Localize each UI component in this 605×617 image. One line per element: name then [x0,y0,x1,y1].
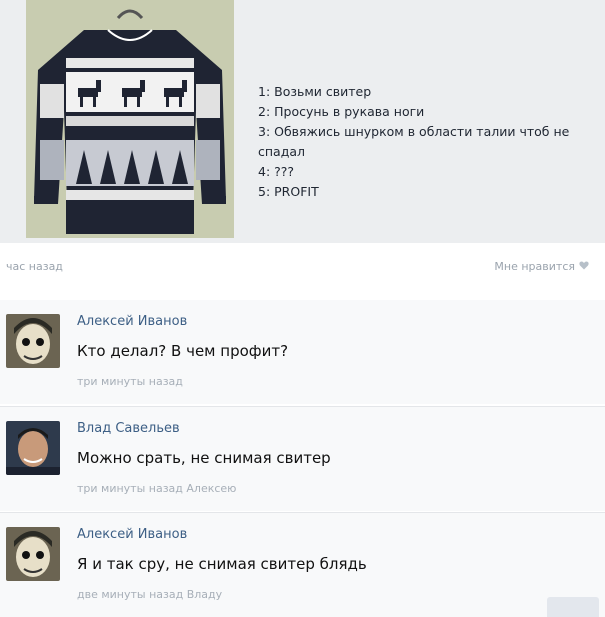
comment-author[interactable]: Алексей Иванов [77,314,187,329]
comment-author[interactable]: Алексей Иванов [77,527,187,542]
like-button[interactable]: Мне нравится [494,260,589,273]
like-label: Мне нравится [494,260,575,273]
comment-item: Алексей Иванов Я и так сру, не снимая св… [0,512,605,617]
comment-time[interactable]: три минуты назад Алексею [77,482,236,495]
instruction-step: 1: Возьми свитер [258,84,372,99]
post-card: 1: Возьми свитер 2: Просунь в рукава ног… [0,0,605,243]
avatar[interactable] [6,314,60,368]
avatar[interactable] [6,527,60,581]
instruction-step: 4: ??? [258,164,295,179]
avatar[interactable] [6,421,60,475]
comment-item: Влад Савельев Можно срать, не снимая сви… [0,406,605,511]
comment-text: Можно срать, не снимая свитер [77,449,331,467]
comment-item: Алексей Иванов Кто делал? В чем профит? … [0,300,605,404]
post-meta-row: час назад Мне нравится [0,248,605,288]
comment-time[interactable]: две минуты назад Владу [77,588,222,601]
comment-text: Кто делал? В чем профит? [77,342,289,360]
post-timestamp[interactable]: час назад [6,260,63,273]
heart-icon [579,260,589,273]
instruction-step: 3: Обвяжись шнурком в области талии чтоб… [258,124,570,159]
post-image-sweater[interactable] [26,0,234,238]
sweater-illustration [26,0,234,238]
instruction-step: 5: PROFIT [258,184,319,199]
comment-author[interactable]: Влад Савельев [77,421,180,436]
reply-button[interactable] [547,597,599,617]
instruction-step: 2: Просунь в рукава ноги [258,104,425,119]
comment-text: Я и так сру, не снимая свитер блядь [77,555,367,573]
instruction-list: 1: Возьми свитер 2: Просунь в рукава ног… [258,82,603,202]
comment-time[interactable]: три минуты назад [77,375,183,388]
